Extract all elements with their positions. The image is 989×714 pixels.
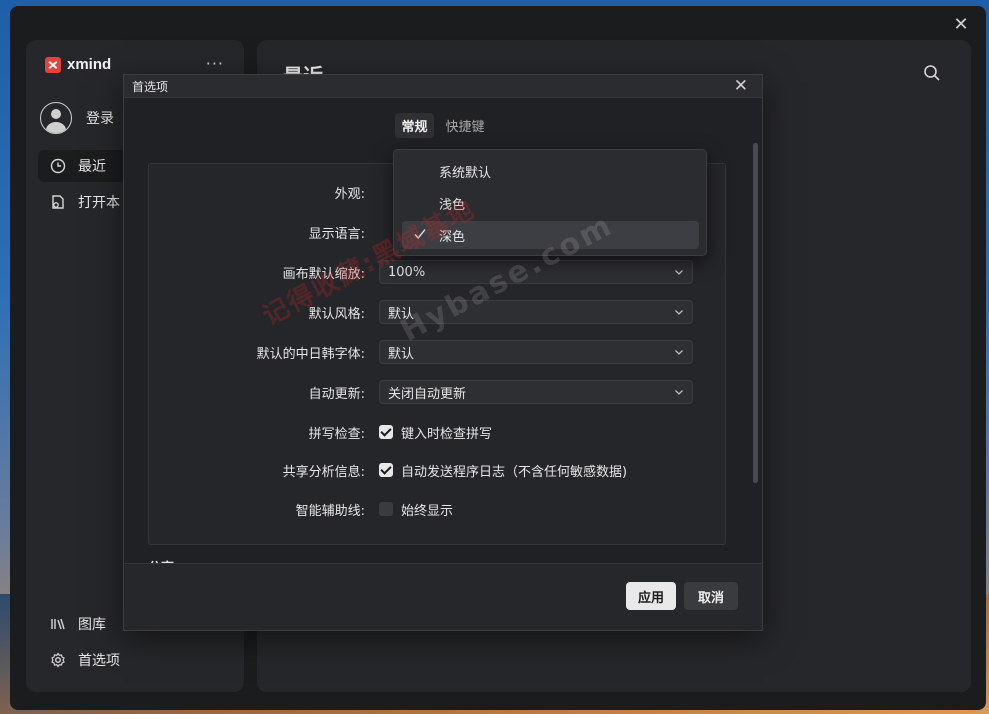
dialog-close-icon[interactable]: ✕ (734, 76, 748, 96)
brand-logo: xmind (45, 56, 111, 73)
dialog-title: 首选项 (132, 79, 169, 94)
check-icon (414, 229, 426, 240)
auto-update-select[interactable]: 关闭自动更新 (379, 380, 693, 404)
cjk-font-label: 默认的中日韩字体: (256, 346, 365, 362)
tab-shortcuts[interactable]: 快捷键 (440, 113, 491, 138)
smart-guides-option: 始终显示 (401, 503, 454, 519)
menu-item-dark-label: 深色 (439, 229, 466, 245)
chevron-down-icon (675, 350, 683, 355)
analytics-row: 共享分析信息: 自动发送程序日志（不含任何敏感数据) (149, 455, 727, 485)
sidebar-item-label: 打开本 (78, 195, 120, 211)
chevron-down-icon (675, 390, 683, 395)
analytics-label: 共享分析信息: (282, 464, 365, 480)
dialog-titlebar: 首选项 ✕ (124, 75, 762, 98)
style-label: 默认风格: (308, 306, 365, 322)
auto-update-row: 自动更新: 关闭自动更新 (149, 377, 727, 407)
more-menu-button[interactable]: ··· (206, 54, 224, 73)
scrollbar-thumb[interactable] (753, 143, 758, 483)
analytics-option: 自动发送程序日志（不含任何敏感数据) (401, 464, 628, 480)
appearance-dropdown-menu: 系统默认 浅色 深色 (393, 149, 707, 256)
spellcheck-option: 键入时检查拼写 (401, 426, 493, 442)
auto-update-value: 关闭自动更新 (388, 386, 467, 402)
auto-update-label: 自动更新: (308, 386, 365, 402)
menu-item-system-default[interactable]: 系统默认 (402, 157, 699, 185)
avatar-icon (40, 102, 72, 134)
search-icon[interactable] (923, 64, 941, 82)
dialog-footer: 应用 取消 (124, 563, 762, 630)
style-value: 默认 (388, 306, 415, 322)
login-button[interactable]: 登录 (40, 102, 114, 134)
brand-name: xmind (67, 56, 112, 73)
open-file-icon (52, 195, 64, 209)
clock-icon (50, 158, 66, 174)
window-close-icon[interactable]: ✕ (952, 16, 970, 34)
gear-icon (51, 652, 65, 668)
sidebar-item-label: 图库 (78, 617, 106, 633)
smart-guides-label: 智能辅助线: (295, 503, 365, 519)
style-select[interactable]: 默认 (379, 300, 693, 324)
zoom-select[interactable]: 100% (379, 260, 693, 284)
zoom-value: 100% (388, 264, 426, 280)
spellcheck-label: 拼写检查: (308, 426, 365, 442)
checkbox-unchecked-icon (379, 502, 393, 516)
checkbox-checked-icon (379, 425, 393, 439)
xmind-logo-icon (45, 56, 61, 73)
cjk-font-value: 默认 (388, 346, 415, 362)
menu-item-light[interactable]: 浅色 (402, 189, 699, 217)
cancel-button[interactable]: 取消 (684, 582, 738, 610)
chevron-down-icon (675, 270, 683, 275)
smart-guides-row: 智能辅助线: 始终显示 (149, 494, 727, 524)
appearance-label: 外观: (334, 186, 365, 202)
smart-guides-checkbox[interactable]: 始终显示 (379, 500, 453, 519)
zoom-label: 画布默认缩放: (282, 266, 365, 282)
sidebar-item-label: 最近 (78, 159, 106, 175)
cjk-font-select[interactable]: 默认 (379, 340, 693, 364)
sidebar-item-label: 首选项 (78, 653, 120, 669)
preference-tabs: 常规 快捷键 (124, 113, 762, 138)
spellcheck-checkbox[interactable]: 键入时检查拼写 (379, 423, 492, 442)
zoom-row: 画布默认缩放: 100% (149, 257, 727, 287)
login-label: 登录 (86, 111, 114, 127)
spellcheck-row: 拼写检查: 键入时检查拼写 (149, 417, 727, 447)
cjk-font-row: 默认的中日韩字体: 默认 (149, 337, 727, 367)
style-row: 默认风格: 默认 (149, 297, 727, 327)
sidebar-item-preferences[interactable]: 首选项 (38, 644, 238, 676)
library-icon (51, 618, 65, 630)
apply-button[interactable]: 应用 (626, 582, 676, 610)
checkbox-checked-icon (379, 463, 393, 477)
chevron-down-icon (675, 310, 683, 315)
menu-item-dark[interactable]: 深色 (402, 221, 699, 249)
analytics-checkbox[interactable]: 自动发送程序日志（不含任何敏感数据) (379, 461, 627, 480)
tab-general[interactable]: 常规 (395, 113, 434, 138)
language-label: 显示语言: (308, 226, 365, 242)
